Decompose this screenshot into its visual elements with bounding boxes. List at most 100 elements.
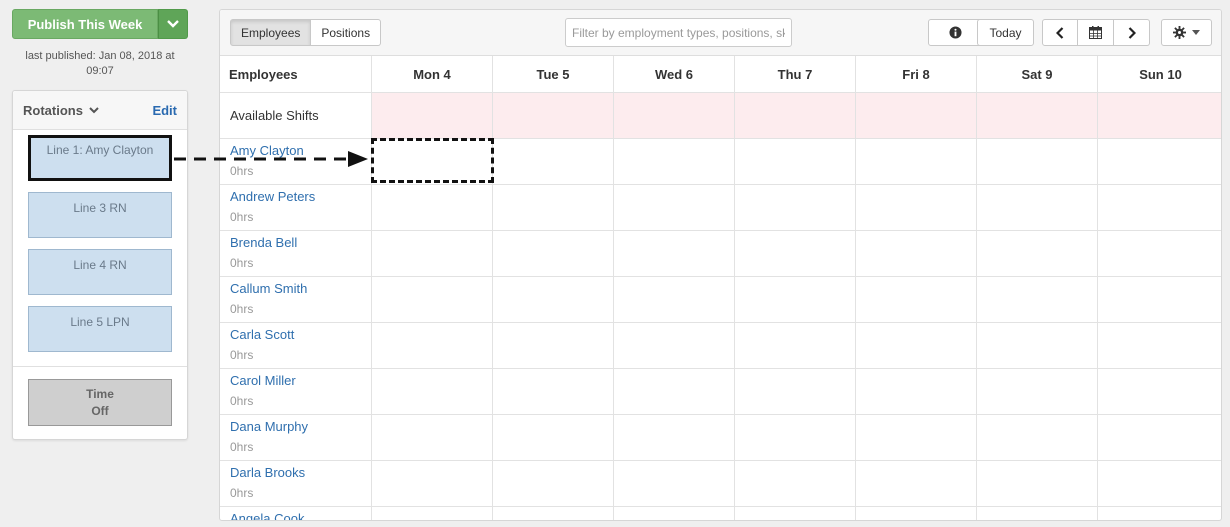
edit-rotations-link[interactable]: Edit	[152, 103, 177, 118]
shift-cell[interactable]	[856, 231, 977, 276]
available-shift-cell[interactable]	[1098, 93, 1221, 138]
shift-cell[interactable]	[493, 507, 614, 520]
employee-name-link[interactable]: Carla Scott	[230, 327, 371, 343]
shift-cell[interactable]	[1098, 139, 1221, 184]
time-off-card[interactable]: Time Off	[28, 379, 172, 426]
shift-cell[interactable]	[1098, 323, 1221, 368]
shift-cell[interactable]	[735, 507, 856, 520]
shift-cell[interactable]	[977, 323, 1098, 368]
shift-cell[interactable]	[735, 323, 856, 368]
publish-options-button[interactable]	[158, 9, 188, 39]
shift-cell[interactable]	[735, 461, 856, 506]
calendar-button[interactable]	[1078, 19, 1114, 46]
shift-cell[interactable]	[372, 507, 493, 520]
shift-cell[interactable]	[735, 231, 856, 276]
available-shift-cell[interactable]	[856, 93, 977, 138]
shift-cell[interactable]	[614, 231, 735, 276]
previous-week-button[interactable]	[1042, 19, 1078, 46]
shift-cell[interactable]	[372, 369, 493, 414]
shift-cell[interactable]	[614, 507, 735, 520]
shift-cell[interactable]	[1098, 507, 1221, 520]
employee-cell: Carol Miller 0hrs	[220, 369, 372, 414]
shift-cell[interactable]	[856, 323, 977, 368]
shift-cell[interactable]	[614, 323, 735, 368]
employee-name-link[interactable]: Angela Cook	[230, 511, 371, 520]
shift-cell[interactable]	[614, 185, 735, 230]
available-shifts-label: Available Shifts	[220, 93, 372, 138]
shift-cell[interactable]	[856, 369, 977, 414]
shift-cell[interactable]	[977, 507, 1098, 520]
chevron-right-icon	[1128, 26, 1136, 39]
shift-cell[interactable]	[735, 415, 856, 460]
shift-cell[interactable]	[977, 139, 1098, 184]
shift-cell[interactable]	[372, 323, 493, 368]
shift-cell[interactable]	[614, 277, 735, 322]
employee-name-link[interactable]: Andrew Peters	[230, 189, 371, 205]
shift-cell[interactable]	[1098, 415, 1221, 460]
employee-name-link[interactable]: Callum Smith	[230, 281, 371, 297]
shift-cell[interactable]	[856, 277, 977, 322]
tab-positions[interactable]: Positions	[311, 19, 382, 46]
shift-cell[interactable]	[1098, 277, 1221, 322]
employee-name-link[interactable]: Carol Miller	[230, 373, 371, 389]
filter-input[interactable]	[565, 18, 792, 47]
available-shift-cell[interactable]	[372, 93, 493, 138]
shift-cell[interactable]	[1098, 461, 1221, 506]
shift-cell[interactable]	[493, 323, 614, 368]
rotation-card[interactable]: Line 3 RN	[28, 192, 172, 238]
shift-cell[interactable]	[493, 277, 614, 322]
shift-cell[interactable]	[856, 507, 977, 520]
shift-cell[interactable]	[493, 185, 614, 230]
shift-cell[interactable]	[1098, 231, 1221, 276]
shift-cell[interactable]	[372, 185, 493, 230]
rotation-card[interactable]: Line 5 LPN	[28, 306, 172, 352]
shift-cell[interactable]	[735, 277, 856, 322]
shift-cell[interactable]	[614, 369, 735, 414]
shift-cell[interactable]	[856, 139, 977, 184]
employee-name-link[interactable]: Dana Murphy	[230, 419, 371, 435]
rotation-card[interactable]: Line 1: Amy Clayton	[28, 135, 172, 181]
shift-cell[interactable]	[493, 139, 614, 184]
shift-cell[interactable]	[977, 461, 1098, 506]
available-shift-cell[interactable]	[735, 93, 856, 138]
shift-cell[interactable]	[735, 139, 856, 184]
next-week-button[interactable]	[1114, 19, 1150, 46]
available-shift-cell[interactable]	[614, 93, 735, 138]
shift-cell[interactable]	[372, 461, 493, 506]
shift-cell[interactable]	[1098, 185, 1221, 230]
shift-cell[interactable]	[856, 415, 977, 460]
publish-this-week-button[interactable]: Publish This Week	[12, 9, 158, 39]
employee-cell: Dana Murphy 0hrs	[220, 415, 372, 460]
shift-cell[interactable]	[856, 461, 977, 506]
shift-cell[interactable]	[493, 369, 614, 414]
shift-cell[interactable]	[614, 139, 735, 184]
shift-cell[interactable]	[735, 369, 856, 414]
shift-cell[interactable]	[493, 415, 614, 460]
shift-cell[interactable]	[856, 185, 977, 230]
info-button[interactable]	[928, 19, 982, 46]
shift-cell[interactable]	[977, 277, 1098, 322]
shift-cell[interactable]	[614, 461, 735, 506]
tab-employees[interactable]: Employees	[230, 19, 312, 46]
shift-cell[interactable]	[977, 415, 1098, 460]
day-header: Sun 10	[1139, 66, 1182, 82]
shift-cell[interactable]	[977, 231, 1098, 276]
shift-cell[interactable]	[493, 231, 614, 276]
shift-cell[interactable]	[735, 185, 856, 230]
employee-name-link[interactable]: Darla Brooks	[230, 465, 371, 481]
shift-cell[interactable]	[372, 277, 493, 322]
shift-cell[interactable]	[977, 185, 1098, 230]
shift-cell[interactable]	[493, 461, 614, 506]
shift-cell[interactable]	[372, 415, 493, 460]
available-shift-cell[interactable]	[493, 93, 614, 138]
rotations-dropdown[interactable]: Rotations	[23, 103, 99, 118]
today-button[interactable]: Today	[977, 19, 1034, 46]
employee-name-link[interactable]: Brenda Bell	[230, 235, 371, 251]
available-shift-cell[interactable]	[977, 93, 1098, 138]
shift-cell[interactable]	[1098, 369, 1221, 414]
settings-button[interactable]	[1161, 19, 1212, 46]
rotation-card[interactable]: Line 4 RN	[28, 249, 172, 295]
shift-cell[interactable]	[614, 415, 735, 460]
shift-cell[interactable]	[372, 231, 493, 276]
shift-cell[interactable]	[977, 369, 1098, 414]
